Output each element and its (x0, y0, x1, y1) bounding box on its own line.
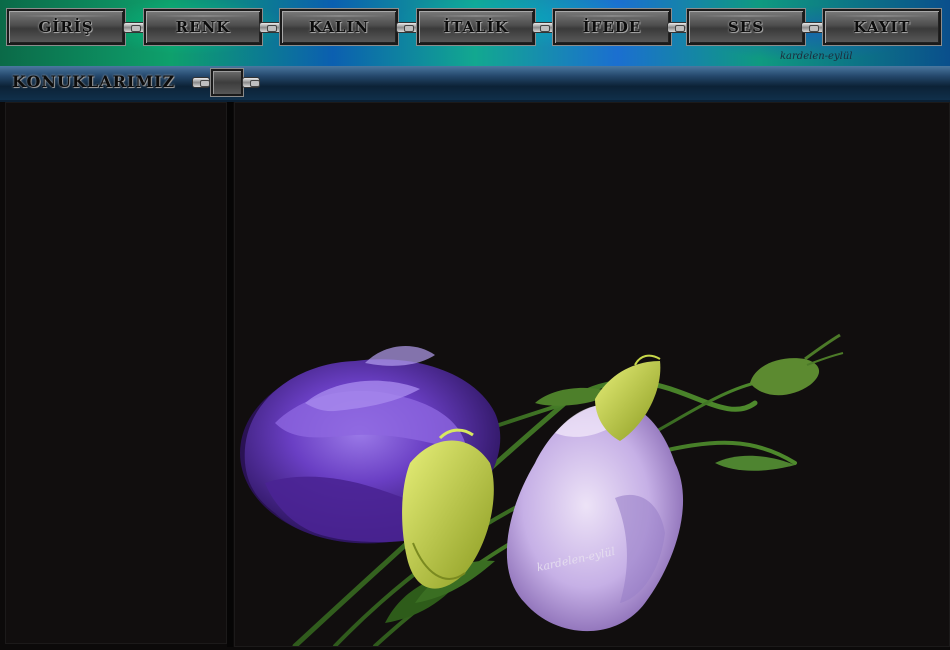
guests-widget[interactable] (211, 69, 243, 96)
nav-button-label: SES (727, 18, 765, 36)
nav-button-label: RENK (175, 18, 231, 36)
nav-button-giris[interactable]: GİRİŞ (7, 9, 125, 45)
flower-image (240, 333, 844, 646)
panel-divider (227, 102, 233, 647)
nav-button-ifede[interactable]: İFEDE (553, 9, 671, 45)
nav-button-label: İFEDE (582, 18, 642, 36)
nav-button-label: İTALİK (443, 18, 509, 36)
chain-link-icon (801, 22, 825, 33)
nav-button-kayit[interactable]: KAYIT (823, 9, 941, 45)
guests-title: KONUKLARIMIZ (12, 72, 176, 91)
chain-link-icon (242, 77, 260, 88)
nav-button-label: KAYIT (853, 18, 911, 36)
chain-link-icon (192, 77, 210, 88)
nav-button-kalin[interactable]: KALIN (280, 9, 398, 45)
nav-button-label: GİRİŞ (38, 18, 94, 36)
left-sidebar-panel (5, 102, 227, 644)
nav-button-ses[interactable]: SES (687, 9, 805, 45)
watermark-text: kardelen-eylül (780, 51, 853, 62)
nav-button-italik[interactable]: İTALİK (417, 9, 535, 45)
nav-button-label: KALIN (308, 18, 370, 36)
nav-button-renk[interactable]: RENK (144, 9, 262, 45)
main-content-panel (234, 102, 950, 647)
